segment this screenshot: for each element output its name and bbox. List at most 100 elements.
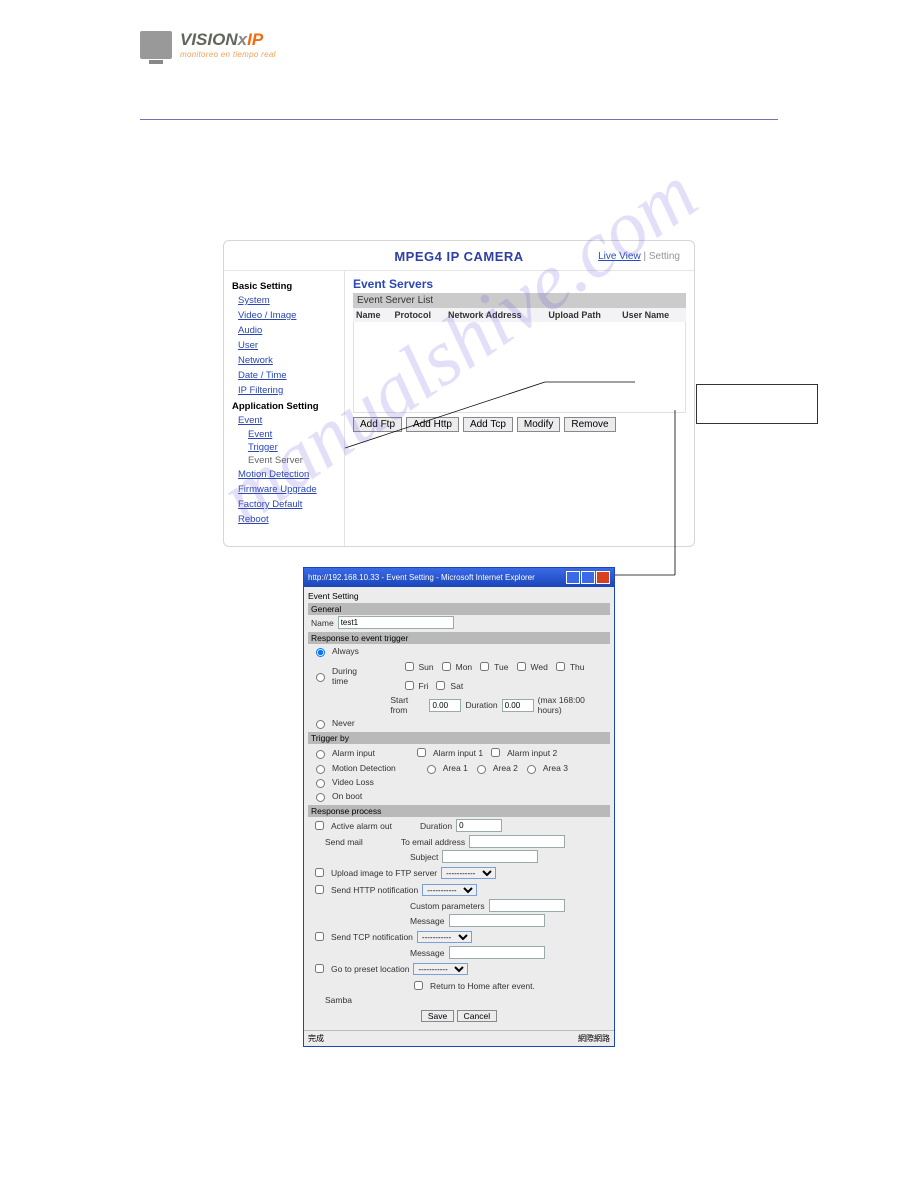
chk-thu[interactable] (556, 662, 565, 671)
logo-text-2: x (238, 30, 247, 49)
chk-alarm-out[interactable] (315, 821, 324, 830)
content-title: Event Servers (353, 277, 686, 291)
divider (140, 119, 778, 120)
sidebar-sub-event[interactable]: Event (248, 429, 338, 440)
empty-server-list (353, 322, 686, 413)
modify-button[interactable]: Modify (517, 417, 560, 432)
go-preset-label: Go to preset location (331, 964, 409, 974)
sidebar-item-factory[interactable]: Factory Default (238, 498, 338, 511)
sidebar-item-system[interactable]: System (238, 294, 338, 307)
chk-sun[interactable] (405, 662, 414, 671)
add-ftp-button[interactable]: Add Ftp (353, 417, 402, 432)
sidebar-item-user[interactable]: User (238, 339, 338, 352)
setting-label: Setting (649, 251, 680, 262)
tcp-message-label: Message (410, 948, 445, 958)
to-email-input[interactable] (469, 835, 565, 848)
sidebar-sub-trigger[interactable]: Trigger (248, 442, 338, 453)
page-title: MPEG4 IP CAMERA (394, 249, 523, 264)
maximize-icon[interactable] (581, 571, 595, 584)
status-right: 網際網路 (578, 1033, 610, 1044)
sidebar-item-network[interactable]: Network (238, 354, 338, 367)
radio-area1[interactable] (427, 765, 436, 774)
radio-alarm-input[interactable] (316, 750, 325, 759)
radio-area2[interactable] (477, 765, 486, 774)
content-subtitle: Event Server List (353, 293, 686, 308)
event-setting-dialog: http://192.168.10.33 - Event Setting - M… (303, 567, 615, 1047)
status-left: 完成 (308, 1033, 324, 1044)
section-general: General (308, 603, 610, 615)
chk-fri[interactable] (405, 681, 414, 690)
sidebar-item-firmware[interactable]: Firmware Upgrade (238, 483, 338, 496)
sidebar-item-motion[interactable]: Motion Detection (238, 468, 338, 481)
start-input[interactable] (429, 699, 461, 712)
col-address: Network Address (445, 308, 545, 322)
sidebar-item-ip-filtering[interactable]: IP Filtering (238, 384, 338, 397)
monitor-icon (140, 31, 172, 59)
chk-sat[interactable] (436, 681, 445, 690)
preset-select[interactable]: ----------- (413, 963, 468, 975)
http-select[interactable]: ----------- (422, 884, 477, 896)
http-message-label: Message (410, 916, 445, 926)
callout-box (696, 384, 818, 424)
chk-wed[interactable] (517, 662, 526, 671)
tcp-select[interactable]: ----------- (417, 931, 472, 943)
tcp-message-input[interactable] (449, 946, 545, 959)
dialog-titlebar: http://192.168.10.33 - Event Setting - M… (308, 573, 535, 582)
return-home-label: Return to Home after event. (430, 981, 535, 991)
chk-mon[interactable] (442, 662, 451, 671)
section-trigger: Trigger by (308, 732, 610, 744)
add-http-button[interactable]: Add Http (406, 417, 459, 432)
ftp-select[interactable]: ----------- (441, 867, 496, 879)
radio-never[interactable] (316, 720, 325, 729)
col-name: Name (353, 308, 391, 322)
add-tcp-button[interactable]: Add Tcp (463, 417, 513, 432)
radio-during[interactable] (316, 673, 325, 682)
radio-always[interactable] (316, 648, 325, 657)
radio-video-loss[interactable] (316, 779, 325, 788)
send-tcp-label: Send TCP notification (331, 932, 413, 942)
chk-send-tcp[interactable] (315, 932, 324, 941)
never-label: Never (332, 718, 355, 728)
to-email-label: To email address (401, 837, 465, 847)
sidebar-sub-event-server[interactable]: Event Server (248, 455, 338, 466)
main-panel: MPEG4 IP CAMERA Live View | Setting Basi… (223, 240, 695, 547)
section-response: Response process (308, 805, 610, 817)
close-icon[interactable] (596, 571, 610, 584)
sidebar-item-video-image[interactable]: Video / Image (238, 309, 338, 322)
radio-area3[interactable] (527, 765, 536, 774)
custom-params-input[interactable] (489, 899, 565, 912)
chk-alarm1[interactable] (417, 748, 426, 757)
sidebar-item-audio[interactable]: Audio (238, 324, 338, 337)
chk-return-home[interactable] (414, 981, 423, 990)
http-message-input[interactable] (449, 914, 545, 927)
video-loss-label: Video Loss (332, 777, 374, 787)
name-input[interactable] (338, 616, 454, 629)
section-response-trigger: Response to event trigger (308, 632, 610, 644)
radio-on-boot[interactable] (316, 793, 325, 802)
cancel-button[interactable]: Cancel (457, 1010, 497, 1022)
save-button[interactable]: Save (421, 1010, 454, 1022)
logo-tagline: monitoreo en tiempo real (180, 50, 276, 59)
duration-input[interactable] (502, 699, 534, 712)
sidebar-item-date-time[interactable]: Date / Time (238, 369, 338, 382)
subject-input[interactable] (442, 850, 538, 863)
remove-button[interactable]: Remove (564, 417, 615, 432)
sidebar-item-reboot[interactable]: Reboot (238, 513, 338, 526)
sidebar-item-event[interactable]: Event (238, 414, 338, 427)
logo-text-3: IP (247, 30, 263, 49)
alarm-input-label: Alarm input (332, 748, 375, 758)
chk-tue[interactable] (480, 662, 489, 671)
subject-label: Subject (410, 852, 438, 862)
dur2-input[interactable] (456, 819, 502, 832)
radio-motion[interactable] (316, 765, 325, 774)
chk-alarm2[interactable] (491, 748, 500, 757)
dur2-label: Duration (420, 821, 452, 831)
chk-go-preset[interactable] (315, 964, 324, 973)
minimize-icon[interactable] (566, 571, 580, 584)
name-label: Name (311, 618, 334, 628)
live-view-link[interactable]: Live View (598, 251, 641, 262)
sidebar: Basic Setting System Video / Image Audio… (224, 271, 345, 546)
chk-upload-ftp[interactable] (315, 868, 324, 877)
content-area: Event Servers Event Server List Name Pro… (345, 271, 694, 546)
chk-send-http[interactable] (315, 885, 324, 894)
